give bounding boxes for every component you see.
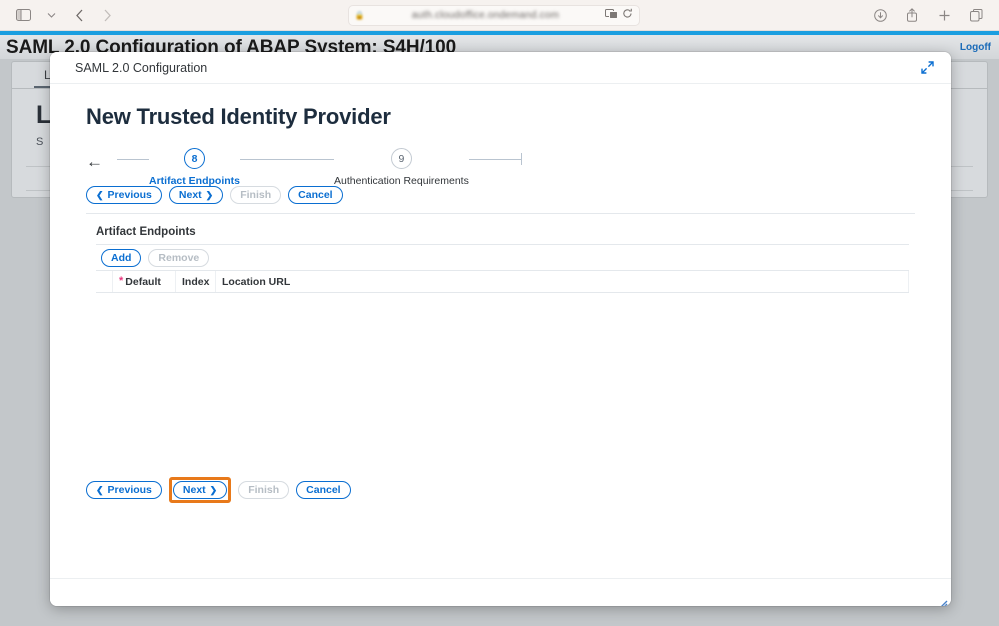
dialog-footer (50, 578, 951, 606)
section-title: Artifact Endpoints (96, 226, 196, 238)
table-header-row: * Default Index Location URL (96, 271, 909, 293)
wizard-page-title: New Trusted Identity Provider (86, 104, 391, 129)
chevron-left-icon: ❮ (96, 189, 104, 200)
lock-icon: 🔒 (354, 10, 365, 20)
column-header-index-label: Index (182, 275, 210, 288)
forward-arrow-icon (94, 4, 120, 26)
cancel-button-label: Cancel (298, 189, 333, 201)
finish-button-label: Finish (240, 189, 272, 201)
wizard-step-label: Authentication Requirements (334, 175, 469, 187)
remove-button-label: Remove (158, 251, 200, 264)
download-icon[interactable] (867, 4, 893, 26)
resize-grip-icon[interactable] (939, 595, 948, 606)
artifact-endpoints-table: Add Remove * Default Index Location URL (96, 244, 909, 453)
finish-button-top: Finish (230, 186, 282, 204)
wizard-connector (468, 159, 521, 160)
browser-toolbar: 🔒 auth.cloudoffice.ondemand.com (0, 0, 999, 31)
next-button-bottom[interactable]: Next ❯ (172, 481, 228, 499)
remove-button: Remove (148, 248, 210, 267)
column-header-default[interactable]: * Default (112, 271, 176, 292)
next-button-top[interactable]: Next ❯ (168, 186, 224, 204)
table-body (96, 293, 909, 453)
address-bar-icons (604, 6, 633, 24)
wizard-step-track: 8 Artifact Endpoints 9 Authentication Re… (117, 148, 522, 187)
required-marker: * (119, 275, 124, 287)
wizard-step-number: 8 (184, 148, 205, 169)
reload-icon[interactable] (622, 6, 633, 24)
wizard-progress: ← 8 Artifact Endpoints 9 Authentication … (50, 130, 951, 187)
wizard-nav-bottom: ❮ Previous Next ❯ Finish Cancel (50, 477, 951, 503)
wizard-endcap (520, 153, 522, 165)
browser-action-icons (867, 4, 999, 26)
expand-icon[interactable] (921, 61, 934, 74)
dialog-header: SAML 2.0 Configuration (50, 52, 951, 84)
url-text: auth.cloudoffice.ondemand.com (411, 9, 560, 21)
column-header-location-url[interactable]: Location URL (216, 271, 909, 292)
next-button-label: Next (178, 189, 202, 201)
finish-button-label: Finish (248, 484, 280, 496)
wizard-nav-top: ❮ Previous Next ❯ Finish Cancel (50, 186, 951, 204)
wizard-back-arrow-icon[interactable]: ← (86, 153, 103, 170)
column-header-location-url-label: Location URL (222, 275, 291, 288)
browser-nav-controls (0, 4, 120, 26)
chevron-right-icon: ❯ (205, 189, 214, 200)
saml-configuration-dialog: SAML 2.0 Configuration New Trusted Ident… (50, 52, 951, 606)
action-highlight-box: Next ❯ (168, 477, 232, 503)
address-bar-container: 🔒 auth.cloudoffice.ondemand.com (120, 4, 867, 26)
wizard-step-8[interactable]: 8 Artifact Endpoints (149, 148, 240, 187)
next-button-label: Next (182, 484, 206, 496)
add-button-label: Add (111, 251, 132, 264)
dialog-title: SAML 2.0 Configuration (75, 60, 208, 75)
table-toolbar: Add Remove (96, 245, 909, 271)
share-icon[interactable] (899, 4, 925, 26)
logoff-link[interactable]: Logoff (960, 42, 991, 53)
previous-button-label: Previous (107, 189, 152, 201)
wizard-step-number: 9 (390, 148, 412, 169)
column-header-index[interactable]: Index (176, 271, 216, 292)
finish-button-bottom: Finish (238, 481, 290, 499)
previous-button-top[interactable]: ❮ Previous (86, 186, 162, 204)
back-arrow-icon[interactable] (66, 4, 92, 26)
chevron-left-icon: ❮ (96, 484, 104, 495)
plus-icon[interactable] (931, 4, 957, 26)
wizard-step-9[interactable]: 9 Authentication Requirements (334, 148, 469, 187)
wizard-connector (117, 159, 149, 160)
dialog-body: New Trusted Identity Provider ← 8 Artifa… (50, 84, 951, 578)
cancel-button-top[interactable]: Cancel (288, 186, 343, 204)
tab-overview-icon[interactable] (963, 4, 989, 26)
address-bar[interactable]: 🔒 auth.cloudoffice.ondemand.com (347, 4, 640, 26)
sidebar-toggle-icon[interactable] (10, 4, 36, 26)
add-button[interactable]: Add (101, 248, 142, 267)
wizard-connector (240, 159, 334, 160)
cancel-button-bottom[interactable]: Cancel (296, 481, 351, 499)
reader-view-icon[interactable] (604, 6, 618, 24)
previous-button-bottom[interactable]: ❮ Previous (86, 481, 162, 499)
cancel-button-label: Cancel (306, 484, 341, 496)
previous-button-label: Previous (107, 484, 152, 496)
chevron-down-icon[interactable] (38, 4, 64, 26)
column-header-default-label: Default (125, 275, 161, 288)
chevron-right-icon: ❯ (209, 484, 218, 495)
